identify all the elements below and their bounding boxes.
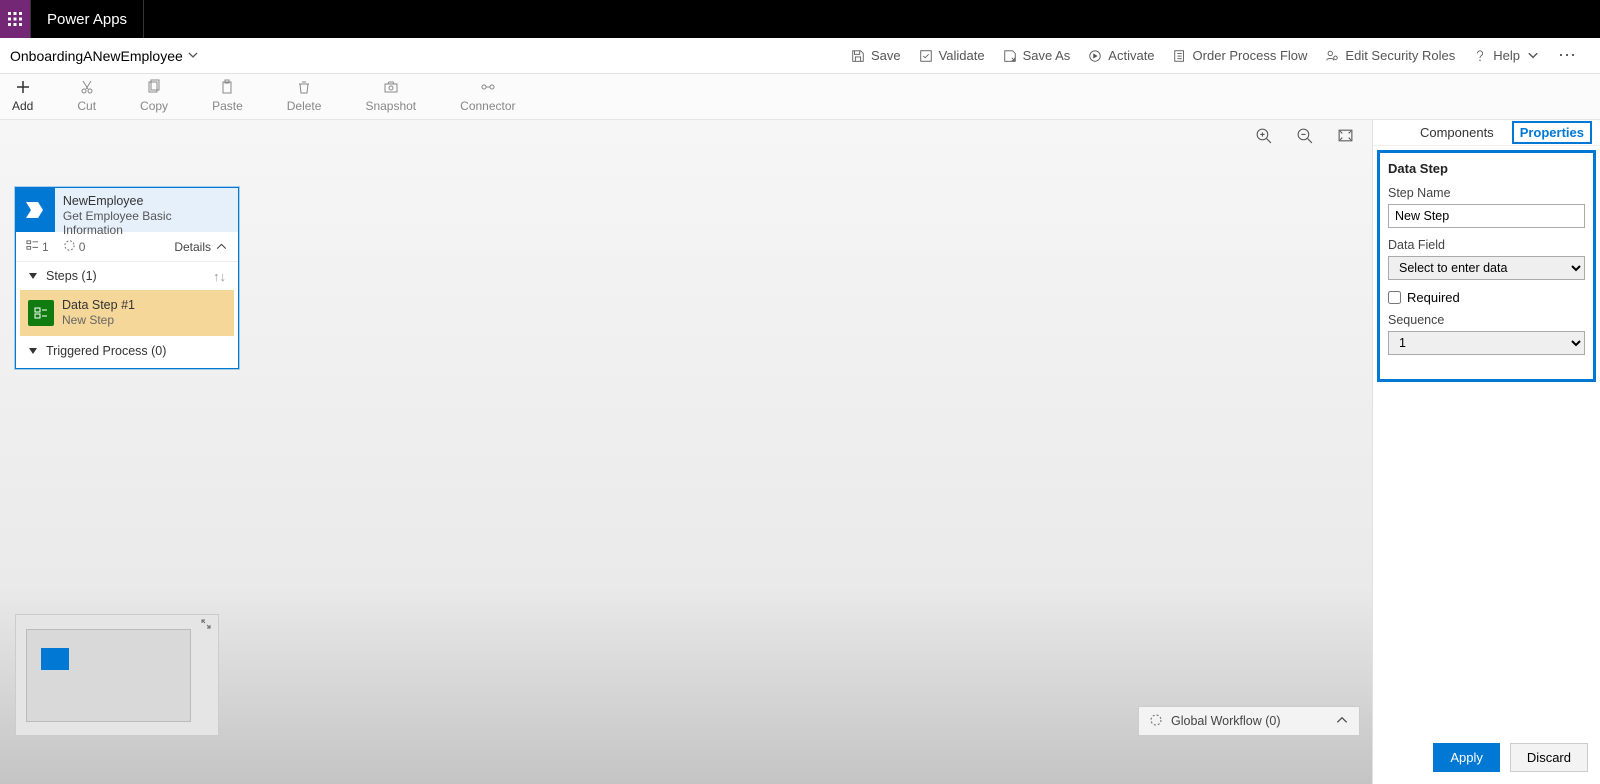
chevron-up-icon — [215, 240, 228, 253]
properties-panel: Data Step Step Name Data Field Select to… — [1377, 150, 1596, 382]
flow-name-label: OnboardingANewEmployee — [10, 48, 183, 64]
properties-footer: Apply Discard — [1373, 731, 1600, 784]
delete-button[interactable]: Delete — [265, 79, 344, 119]
zoom-in-icon[interactable] — [1255, 127, 1272, 149]
details-label: Details — [174, 240, 211, 254]
stage-entity-label: NewEmployee — [63, 194, 230, 209]
save-as-button[interactable]: Save As — [1003, 48, 1071, 63]
required-label: Required — [1407, 290, 1460, 305]
connector-button[interactable]: Connector — [438, 79, 537, 119]
discard-button[interactable]: Discard — [1510, 743, 1588, 772]
snapshot-button[interactable]: Snapshot — [343, 79, 438, 119]
step-name-field-label: Step Name — [1388, 186, 1585, 200]
data-step-item[interactable]: Data Step #1 New Step — [20, 290, 234, 336]
paste-label: Paste — [212, 99, 243, 113]
details-toggle[interactable]: Details — [174, 240, 228, 254]
flow-name-dropdown[interactable]: OnboardingANewEmployee — [0, 48, 199, 64]
reorder-arrows-icon[interactable]: ↑↓ — [213, 269, 226, 284]
data-step-icon — [28, 300, 54, 326]
steps-count-icon — [26, 239, 39, 255]
sequence-select[interactable]: 1 — [1388, 331, 1585, 355]
expand-minimap-icon[interactable] — [200, 617, 214, 631]
ribbon: Add Cut Copy Paste Delete Snapshot Conne… — [0, 74, 1600, 120]
save-label: Save — [871, 48, 901, 63]
activate-label: Activate — [1108, 48, 1154, 63]
steps-header-label: Steps (1) — [46, 269, 97, 283]
data-field-label: Data Field — [1388, 238, 1585, 252]
title-bar: Power Apps — [0, 0, 1600, 38]
chevron-down-icon — [187, 48, 199, 64]
waffle-icon[interactable] — [0, 0, 30, 38]
tab-components[interactable]: Components — [1414, 123, 1500, 142]
required-checkbox[interactable] — [1388, 291, 1401, 304]
cut-label: Cut — [77, 99, 96, 113]
triggered-process-section[interactable]: Triggered Process (0) — [16, 340, 238, 368]
copy-button[interactable]: Copy — [118, 79, 190, 119]
order-process-flow-label: Order Process Flow — [1193, 48, 1308, 63]
steps-section-header[interactable]: Steps (1) ↑↓ — [16, 262, 238, 290]
paste-button[interactable]: Paste — [190, 79, 265, 119]
global-workflow-label: Global Workflow (0) — [1171, 714, 1281, 728]
save-as-label: Save As — [1023, 48, 1071, 63]
snapshot-label: Snapshot — [365, 99, 416, 113]
minimap-stage-marker — [41, 648, 69, 670]
help-button[interactable]: Help — [1473, 48, 1540, 63]
triggered-process-label: Triggered Process (0) — [46, 344, 166, 358]
step-title-label: Data Step #1 — [62, 298, 135, 313]
delete-label: Delete — [287, 99, 322, 113]
triangle-down-icon — [28, 346, 38, 356]
edit-security-roles-label: Edit Security Roles — [1345, 48, 1455, 63]
canvas[interactable]: NewEmployee Get Employee Basic Informati… — [0, 120, 1372, 784]
global-workflow-bar[interactable]: Global Workflow (0) — [1138, 706, 1360, 736]
order-process-flow-button[interactable]: Order Process Flow — [1173, 48, 1308, 63]
stage-chevron-icon — [16, 188, 55, 232]
tab-properties[interactable]: Properties — [1512, 121, 1592, 144]
validate-label: Validate — [939, 48, 985, 63]
connector-label: Connector — [460, 99, 515, 113]
right-panel-tabs: Components Properties — [1373, 120, 1600, 146]
step-name-input[interactable] — [1388, 204, 1585, 228]
chevron-down-icon — [1526, 49, 1540, 63]
right-panel: Components Properties Data Step Step Nam… — [1372, 120, 1600, 784]
sequence-label: Sequence — [1388, 313, 1585, 327]
add-label: Add — [12, 99, 33, 113]
process-count-icon — [63, 239, 76, 255]
stat-count-2: 0 — [79, 240, 86, 254]
minimap[interactable] — [15, 614, 219, 736]
stat-count-1: 1 — [42, 240, 49, 254]
apply-button[interactable]: Apply — [1433, 743, 1500, 772]
data-field-select[interactable]: Select to enter data — [1388, 256, 1585, 280]
activate-button[interactable]: Activate — [1088, 48, 1154, 63]
copy-label: Copy — [140, 99, 168, 113]
panel-title: Data Step — [1388, 161, 1585, 176]
fit-to-screen-icon[interactable] — [1337, 127, 1354, 149]
add-button[interactable]: Add — [0, 79, 55, 119]
triangle-down-icon — [28, 271, 38, 281]
more-button[interactable]: ⋯ — [1558, 45, 1578, 66]
stage-card[interactable]: NewEmployee Get Employee Basic Informati… — [15, 187, 239, 369]
stage-name-label: Get Employee Basic Information — [63, 209, 230, 238]
chevron-up-icon[interactable] — [1335, 713, 1349, 730]
save-button[interactable]: Save — [851, 48, 901, 63]
zoom-out-icon[interactable] — [1296, 127, 1313, 149]
help-label: Help — [1493, 48, 1520, 63]
stage-header[interactable]: NewEmployee Get Employee Basic Informati… — [16, 188, 238, 232]
edit-security-roles-button[interactable]: Edit Security Roles — [1325, 48, 1455, 63]
workflow-icon — [1149, 713, 1163, 730]
minimap-viewport[interactable] — [26, 629, 191, 722]
step-name-label: New Step — [62, 313, 135, 327]
app-name: Power Apps — [31, 11, 143, 28]
header-row: OnboardingANewEmployee Save Validate Sav… — [0, 38, 1600, 74]
validate-button[interactable]: Validate — [919, 48, 985, 63]
cut-button[interactable]: Cut — [55, 79, 118, 119]
